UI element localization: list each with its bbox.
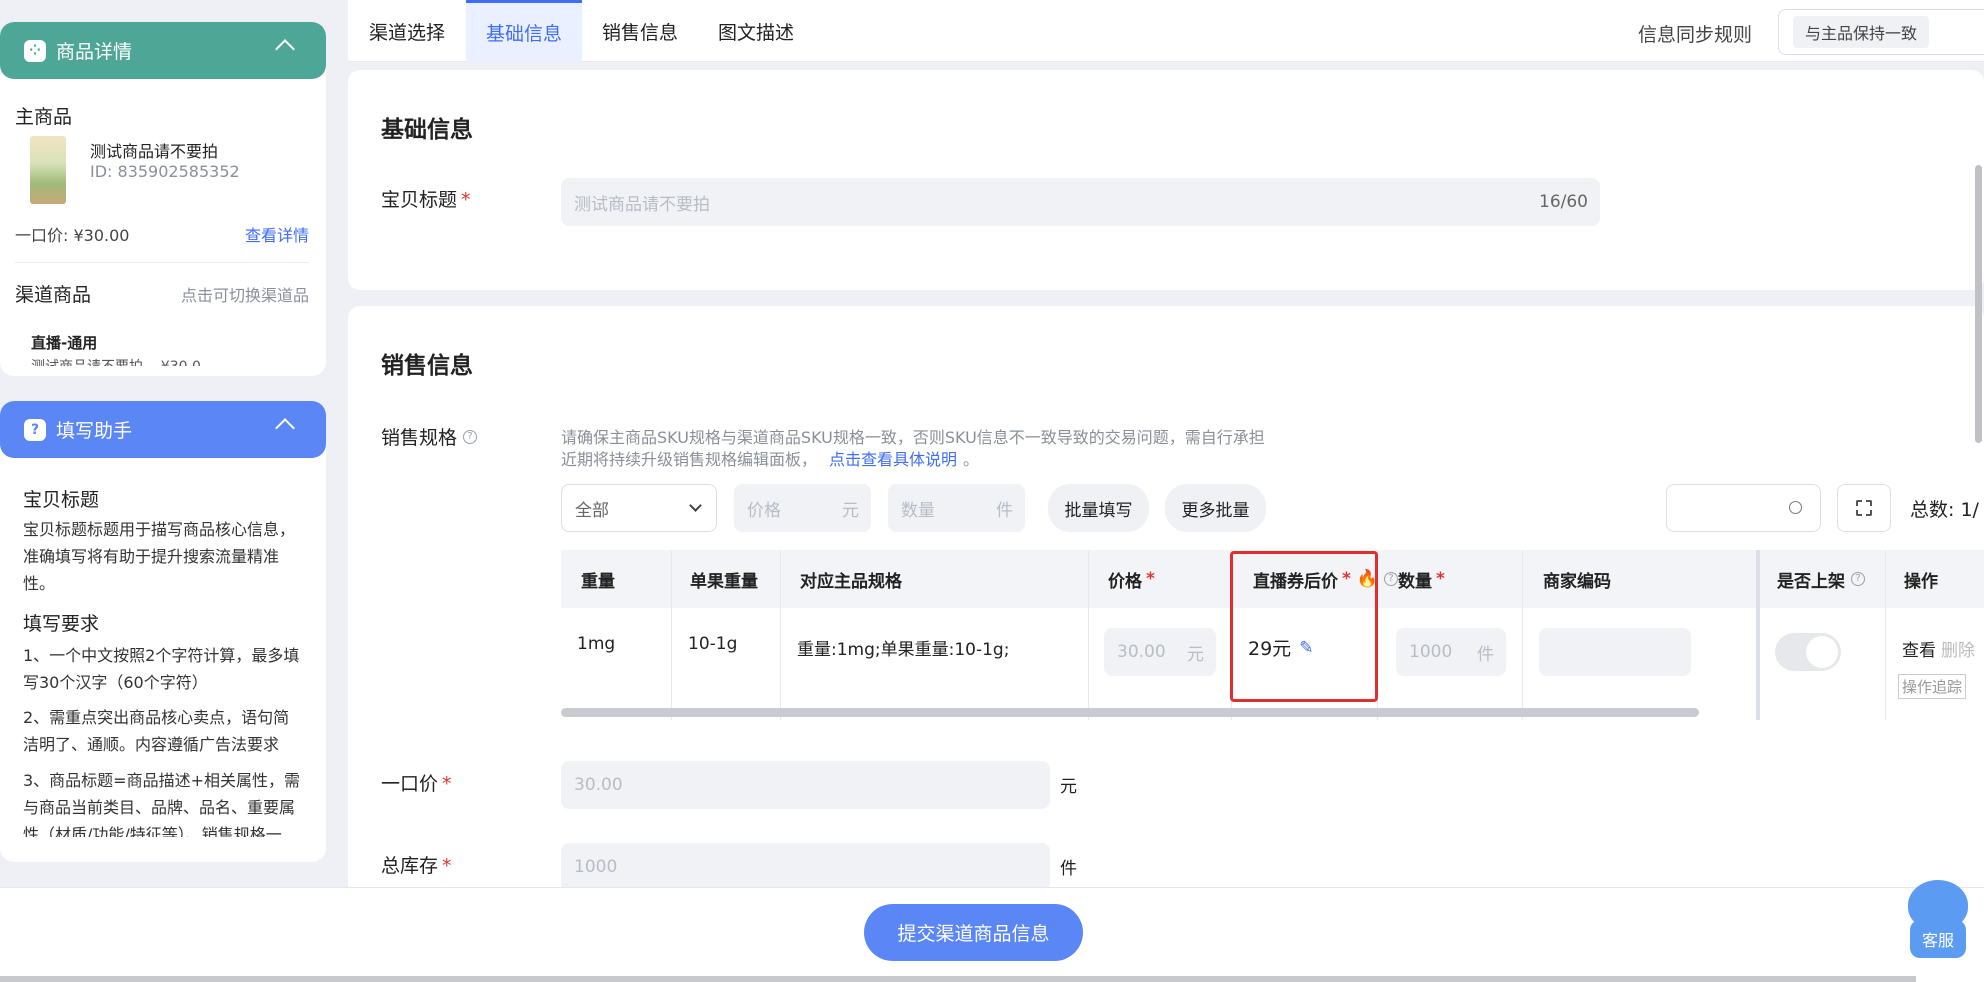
fullscreen-icon [1856,500,1872,516]
cell-weight: 1mg [577,634,616,654]
channel-item-title[interactable]: 直播-通用 [31,332,97,353]
th-action: 操作 [1904,571,1938,592]
sales-spec-label: 销售规格? [381,423,478,450]
th-weight: 重量 [581,571,615,592]
batch-qty-input[interactable]: 数量件 [888,484,1025,532]
page-v-scrollbar[interactable] [1975,165,1982,443]
th-spec: 对应主品规格 [800,571,902,592]
sync-rule-select[interactable]: 与主品保持一致 [1778,9,1984,55]
more-batch-button[interactable]: 更多批量 [1165,484,1266,532]
search-icon[interactable] [1789,501,1802,514]
sales-notice-line2: 近期将持续升级销售规格编辑面板， 点击查看具体说明。 [561,450,980,469]
notice-detail-link[interactable]: 点击查看具体说明 [829,450,957,469]
on-shelf-toggle[interactable] [1775,633,1841,671]
cell-merchant-code-input[interactable] [1539,628,1691,676]
basic-info-heading: 基础信息 [381,117,473,143]
sync-rule-value: 与主品保持一致 [1793,16,1930,48]
fixed-price-input[interactable]: 30.00 [561,761,1050,809]
stock-label: 总库存 * [381,855,452,877]
th-price: 价格 * [1108,569,1155,592]
title-input-text: 测试商品请不要拍 [574,194,710,215]
tab-channel-select[interactable]: 渠道选择 [348,0,466,62]
delete-action-link[interactable]: 删除 [1941,636,1975,661]
tab-image-text[interactable]: 图文描述 [698,0,814,62]
helper-req2: 2、需重点突出商品核心卖点，语句简洁明了、通顺。内容遵循广告法要求 [23,708,290,754]
stock-unit: 件 [1060,859,1077,879]
help-icon: ? [463,429,478,444]
channel-switch-hint[interactable]: 点击可切换渠道品 [181,282,309,306]
product-thumbnail [30,136,66,204]
fixed-price-unit: 元 [1060,777,1077,797]
fullscreen-button[interactable] [1837,484,1891,532]
chevron-up-icon[interactable] [275,418,295,438]
product-name: 测试商品请不要拍 [90,142,219,161]
sales-info-panel: 销售信息 销售规格? 请确保主商品SKU规格与渠道商品SKU规格一致，否则SKU… [348,306,1984,916]
tab-bar: 渠道选择 基础信息 销售信息 图文描述 信息同步规则 与主品保持一致 [348,0,1984,62]
basic-info-panel: 基础信息 宝贝标题 * 测试商品请不要拍 16/60 [348,70,1984,290]
sales-notice-line1: 请确保主商品SKU规格与渠道商品SKU规格一致，否则SKU信息不一致导致的交易问… [561,428,1265,447]
helper-desc1: 宝贝标题标题用于描写商品核心信息，准确填写将有助于提升搜索流量精准性。 [23,520,296,593]
batch-price-input[interactable]: 价格元 [734,484,871,532]
helper-req3: 3、商品标题=商品描述+相关属性，需与商品当前类目、品牌、品名、重要属性（材质/… [23,771,300,837]
th-on-shelf: 是否上架? [1777,550,1865,608]
title-char-count: 16/60 [1539,192,1588,212]
view-action-link[interactable]: 查看 [1902,636,1936,661]
cell-price-input[interactable]: 30.00 元 [1104,628,1216,676]
chevron-down-icon [689,499,702,512]
sales-info-heading: 销售信息 [381,353,473,379]
grid-icon: ⁘ [24,39,46,62]
title-input[interactable]: 测试商品请不要拍 16/60 [561,178,1600,226]
table-search-input[interactable] [1666,484,1821,532]
question-bubble-icon: ? [24,418,46,441]
channel-item-subtitle: 测试商品请不要拍 ¥30.0 [31,356,201,366]
help-icon: ? [1851,572,1865,586]
chevron-up-icon[interactable] [275,39,295,59]
product-detail-card: ⁘ 商品详情 主商品 测试商品请不要拍 ID: 835902585352 一口价… [0,22,326,376]
th-single-weight: 单果重量 [690,571,758,592]
th-merchant-code: 商家编码 [1543,571,1611,592]
customer-service-button[interactable]: 客服 [1906,880,1970,960]
fixed-price-label: 一口价 * [381,773,452,795]
filter-select[interactable]: 全部 [561,484,717,532]
helper-req1: 1、一个中文按照2个字符计算，最多填写30个汉字（60个字符） [23,646,300,692]
helper-title2: 填写要求 [23,613,100,635]
bottom-scroll-shadow [0,976,1916,982]
helper-header[interactable]: ? 填写助手 [0,401,326,458]
table-h-scrollbar[interactable] [561,708,1699,717]
channel-product-label: 渠道商品 [15,284,92,306]
divider [15,262,309,263]
th-qty: 数量 * [1398,569,1445,592]
helper-title: 填写助手 [56,420,133,442]
title-label: 宝贝标题 * [381,189,471,211]
main-product-label: 主商品 [15,106,73,128]
sync-rule-label: 信息同步规则 [1638,24,1753,46]
cell-spec: 重量:1mg;单果重量:10-1g; [797,640,1010,660]
help-icon: ? [1384,572,1399,586]
stock-input[interactable]: 1000 [561,843,1050,891]
product-id: ID: 835902585352 [90,162,240,181]
live-price-highlight [1230,551,1378,702]
service-label: 客服 [1910,920,1966,958]
batch-fill-button[interactable]: 批量填写 [1048,484,1149,532]
submit-button[interactable]: 提交渠道商品信息 [864,904,1083,961]
product-price: 一口价: ¥30.00 [15,226,130,245]
total-count: 总数: 1/ [1910,499,1979,521]
trace-action-link[interactable]: 操作追踪 [1898,674,1967,699]
cell-single-weight: 10-1g [688,634,738,654]
sticky-column-shadow [1756,550,1760,720]
cell-qty-input[interactable]: 1000 件 [1396,628,1506,676]
tab-basic-info[interactable]: 基础信息 [466,0,582,62]
product-detail-header[interactable]: ⁘ 商品详情 [0,22,326,79]
tab-sales-info[interactable]: 销售信息 [582,0,698,62]
helper-title1: 宝贝标题 [23,489,100,511]
product-detail-title: 商品详情 [56,41,133,63]
view-detail-link[interactable]: 查看详情 [245,222,309,246]
helper-card: ? 填写助手 宝贝标题 宝贝标题标题用于描写商品核心信息，准确填写将有助于提升搜… [0,401,326,862]
